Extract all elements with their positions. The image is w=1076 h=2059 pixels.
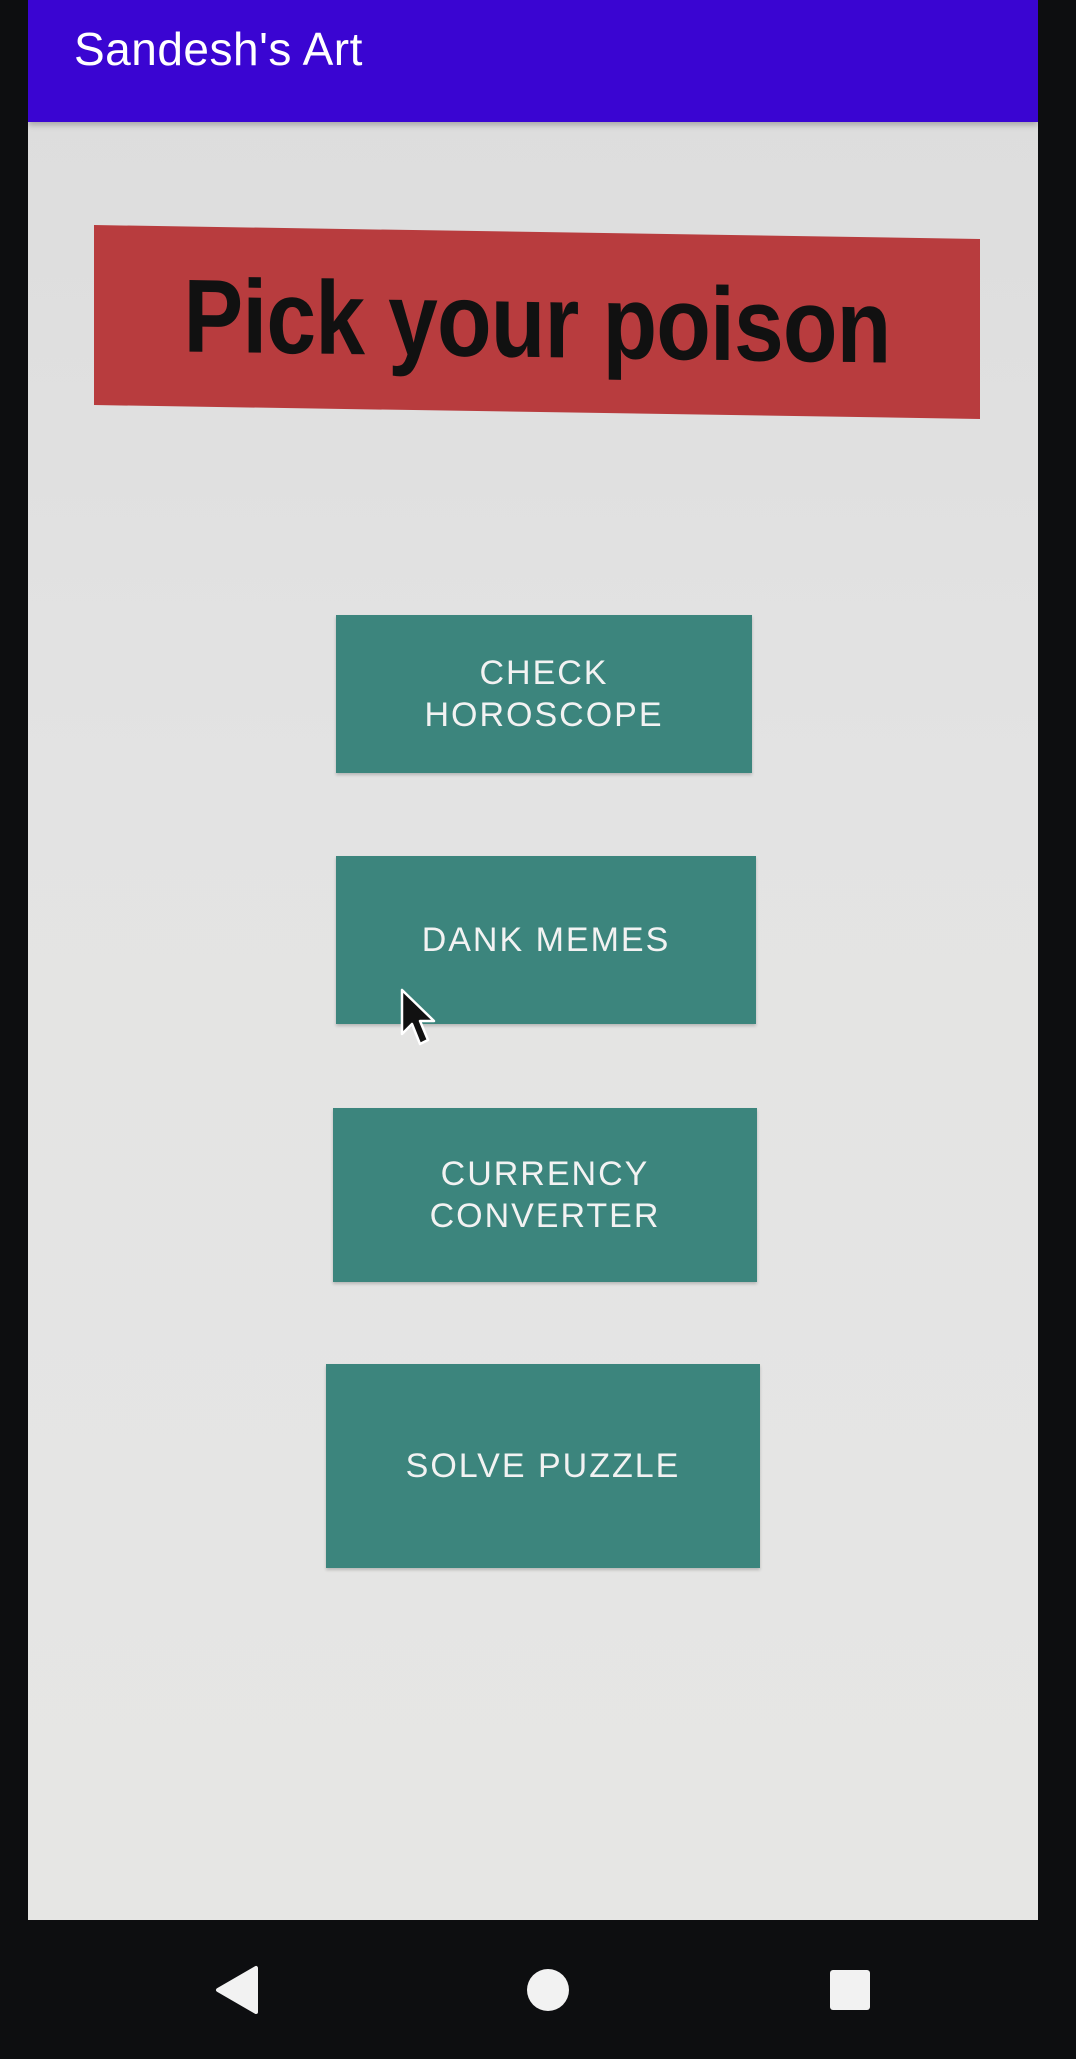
- app-screen: Sandesh's Art Pick your poison CHECK HOR…: [28, 0, 1038, 1920]
- recent-square-icon: [830, 1970, 870, 2010]
- banner-text: Pick your poison: [183, 257, 891, 386]
- app-bar: Sandesh's Art: [28, 0, 1038, 122]
- app-title: Sandesh's Art: [74, 23, 363, 75]
- currency-converter-button[interactable]: CURRENCY CONVERTER: [333, 1108, 757, 1282]
- mouse-pointer-icon: [400, 988, 436, 1046]
- pick-banner: Pick your poison: [94, 225, 980, 419]
- home-circle-icon: [527, 1969, 569, 2011]
- solve-puzzle-button[interactable]: SOLVE PUZZLE: [326, 1364, 760, 1568]
- back-button[interactable]: [196, 1950, 276, 2030]
- system-nav-bar: [0, 1920, 1076, 2059]
- home-button[interactable]: [508, 1950, 588, 2030]
- check-horoscope-button[interactable]: CHECK HOROSCOPE: [336, 615, 752, 773]
- recent-apps-button[interactable]: [810, 1950, 890, 2030]
- back-triangle-icon: [216, 1966, 258, 2014]
- phone-frame: Sandesh's Art Pick your poison CHECK HOR…: [0, 0, 1076, 2059]
